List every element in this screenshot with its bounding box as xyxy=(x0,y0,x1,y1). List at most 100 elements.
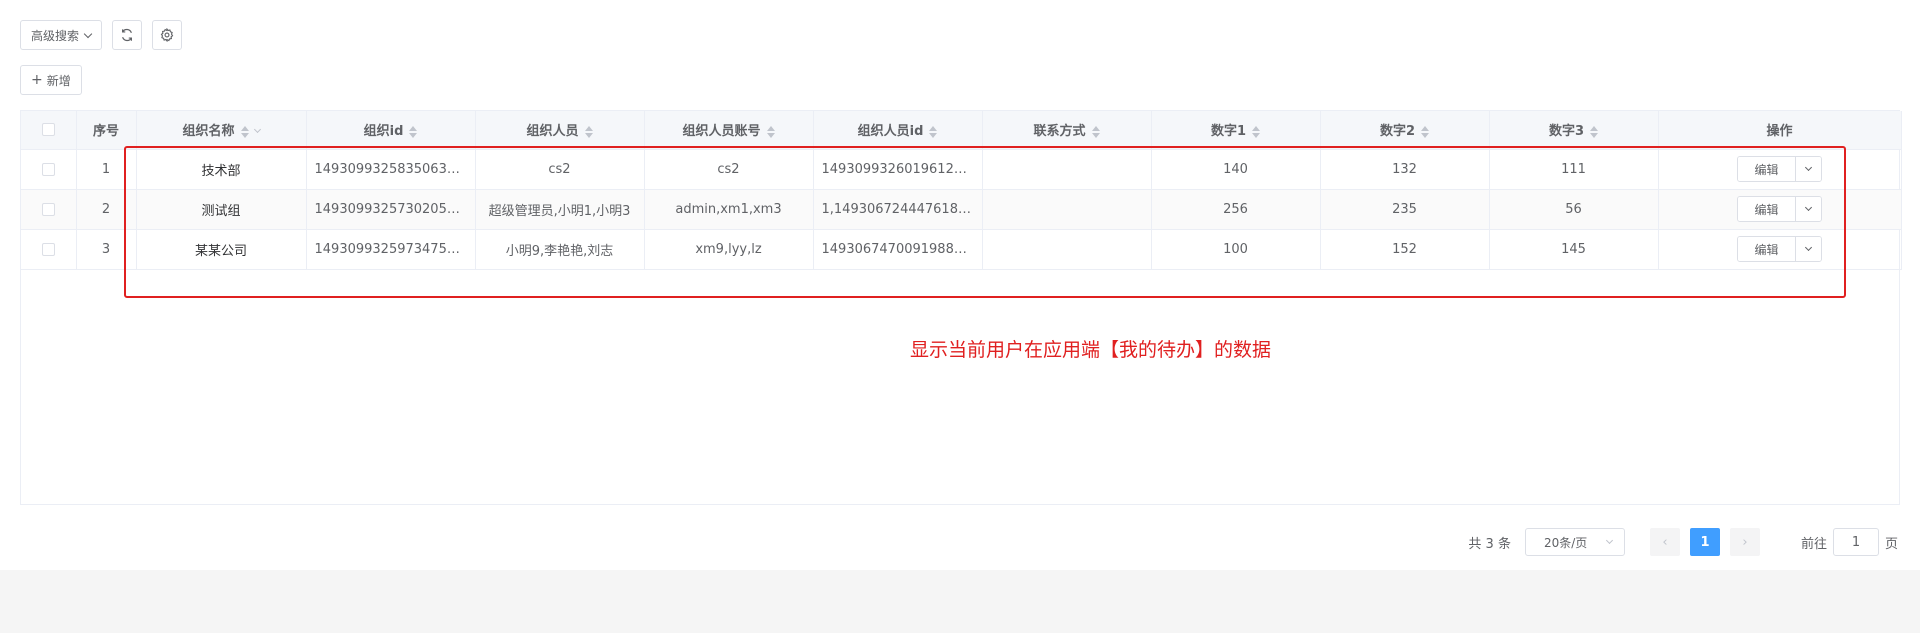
chevron-right-icon: › xyxy=(1742,534,1748,550)
cell-num1: 140 xyxy=(1151,149,1321,190)
col-num1-label: 数字1 xyxy=(1210,124,1247,140)
col-contact[interactable]: 联系方式 xyxy=(982,111,1152,150)
refresh-button[interactable] xyxy=(112,20,143,50)
cell-num2: 132 xyxy=(1320,149,1490,190)
col-num3[interactable]: 数字3 xyxy=(1489,111,1659,150)
cell-num3: 56 xyxy=(1489,189,1659,230)
table-row: 1 技术部 1493099325835063296 cs2 cs2 149309… xyxy=(21,149,1902,190)
sort-icon[interactable] xyxy=(1590,125,1599,138)
plus-icon: + xyxy=(31,72,43,88)
col-member-ids[interactable]: 组织人员id xyxy=(813,111,983,150)
table-row: 2 测试组 1493099325730205696 超级管理员,小明1,小明3 … xyxy=(21,189,1902,230)
cell-accounts: cs2 xyxy=(644,149,814,190)
sort-icon[interactable] xyxy=(584,125,593,138)
col-org-name[interactable]: 组织名称 xyxy=(136,111,307,150)
select-all-checkbox[interactable] xyxy=(41,123,55,137)
page-number-current[interactable]: 1 xyxy=(1689,528,1720,556)
goto-suffix: 页 xyxy=(1884,536,1898,552)
chevron-down-icon xyxy=(1804,203,1812,212)
edit-dropdown-button[interactable] xyxy=(1794,237,1821,261)
edit-button[interactable]: 编辑 xyxy=(1738,157,1795,181)
cell-members: 小明9,李艳艳,刘志 xyxy=(475,229,645,270)
col-num3-label: 数字3 xyxy=(1548,124,1585,140)
edit-dropdown-button[interactable] xyxy=(1794,197,1821,221)
table-row: 3 某某公司 1493099325973475329 小明9,李艳艳,刘志 xm… xyxy=(21,229,1902,270)
cell-member-ids: 14930674700919889... xyxy=(813,229,983,270)
row-select-cell xyxy=(21,229,77,270)
cell-org-id: 1493099325835063296 xyxy=(306,149,476,190)
cell-contact xyxy=(982,149,1152,190)
row-checkbox[interactable] xyxy=(41,162,55,176)
prev-page-button[interactable]: ‹ xyxy=(1649,528,1680,556)
cell-index: 1 xyxy=(76,149,137,190)
edit-button[interactable]: 编辑 xyxy=(1738,197,1795,221)
sort-icon[interactable] xyxy=(1421,125,1430,138)
col-num2[interactable]: 数字2 xyxy=(1320,111,1490,150)
cell-accounts: admin,xm1,xm3 xyxy=(644,189,814,230)
chevron-down-icon xyxy=(1804,163,1812,172)
cell-actions: 编辑 xyxy=(1658,189,1902,230)
sort-icon[interactable] xyxy=(240,125,249,138)
sort-icon[interactable] xyxy=(929,125,938,138)
next-page-button[interactable]: › xyxy=(1729,528,1760,556)
row-select-cell xyxy=(21,149,77,190)
cell-num2: 152 xyxy=(1320,229,1490,270)
sort-icon[interactable] xyxy=(409,125,418,138)
cell-actions: 编辑 xyxy=(1658,229,1902,270)
chevron-left-icon: ‹ xyxy=(1662,534,1668,550)
col-member-ids-label: 组织人员id xyxy=(857,124,924,140)
edit-dropdown-button[interactable] xyxy=(1794,157,1821,181)
data-table: 序号 组织名称 组织id 组织人员 组织人员账号 组织人员id 联系方式 数字1… xyxy=(20,110,1902,505)
cell-index: 3 xyxy=(76,229,137,270)
cell-num1: 256 xyxy=(1151,189,1321,230)
col-org-name-label: 组织名称 xyxy=(182,124,235,140)
col-members-label: 组织人员 xyxy=(526,124,579,140)
cell-org-id: 1493099325973475329 xyxy=(306,229,476,270)
sort-icon[interactable] xyxy=(766,125,775,138)
goto-prefix: 前往 xyxy=(1800,536,1827,552)
toolbar: 高级搜索 xyxy=(20,20,183,50)
annotation-note: 显示当前用户在应用端【我的待办】的数据 xyxy=(910,339,1272,361)
page-size-select[interactable]: 20条/页 xyxy=(1524,528,1625,556)
col-contact-label: 联系方式 xyxy=(1033,124,1086,140)
col-members[interactable]: 组织人员 xyxy=(475,111,645,150)
cell-actions: 编辑 xyxy=(1658,149,1902,190)
cell-index: 2 xyxy=(76,189,137,230)
col-accounts-label: 组织人员账号 xyxy=(682,124,761,140)
edit-button[interactable]: 编辑 xyxy=(1738,237,1795,261)
sort-icon[interactable] xyxy=(1091,125,1100,138)
goto-page-input[interactable] xyxy=(1832,528,1879,556)
row-checkbox[interactable] xyxy=(41,202,55,216)
cell-member-ids: 1,1493067244476182... xyxy=(813,189,983,230)
col-actions: 操作 xyxy=(1658,111,1902,150)
row-checkbox[interactable] xyxy=(41,242,55,256)
chevron-down-icon xyxy=(83,29,93,38)
chevron-down-icon xyxy=(1605,536,1614,545)
cell-accounts: xm9,lyy,lz xyxy=(644,229,814,270)
col-org-id[interactable]: 组织id xyxy=(306,111,476,150)
edit-button-group: 编辑 xyxy=(1737,156,1822,182)
page: 高级搜索 + 新增 序号 组织名称 组织id 组织人员 组织人员账号 组织人员i… xyxy=(0,0,1920,570)
select-all-cell xyxy=(21,111,77,150)
gear-icon xyxy=(160,28,174,42)
cell-num3: 145 xyxy=(1489,229,1659,270)
col-num2-label: 数字2 xyxy=(1379,124,1416,140)
chevron-down-icon xyxy=(1804,243,1812,252)
cell-members: 超级管理员,小明1,小明3 xyxy=(475,189,645,230)
advanced-search-label: 高级搜索 xyxy=(31,28,80,43)
filter-chevron-icon[interactable] xyxy=(253,126,261,134)
cell-org-name: 技术部 xyxy=(136,149,307,190)
settings-button[interactable] xyxy=(152,20,183,50)
col-num1[interactable]: 数字1 xyxy=(1151,111,1321,150)
advanced-search-button[interactable]: 高级搜索 xyxy=(20,20,103,50)
add-button[interactable]: + 新增 xyxy=(20,65,82,95)
cell-contact xyxy=(982,189,1152,230)
pagination: 共 3 条 20条/页 ‹ 1 › 前往 页 xyxy=(1468,528,1898,556)
page-size-value: 20条/页 xyxy=(1543,535,1588,550)
col-index: 序号 xyxy=(76,111,137,150)
refresh-icon xyxy=(122,28,133,42)
cell-org-name: 测试组 xyxy=(136,189,307,230)
sort-icon[interactable] xyxy=(1252,125,1261,138)
col-accounts[interactable]: 组织人员账号 xyxy=(644,111,814,150)
col-org-id-label: 组织id xyxy=(363,124,404,140)
